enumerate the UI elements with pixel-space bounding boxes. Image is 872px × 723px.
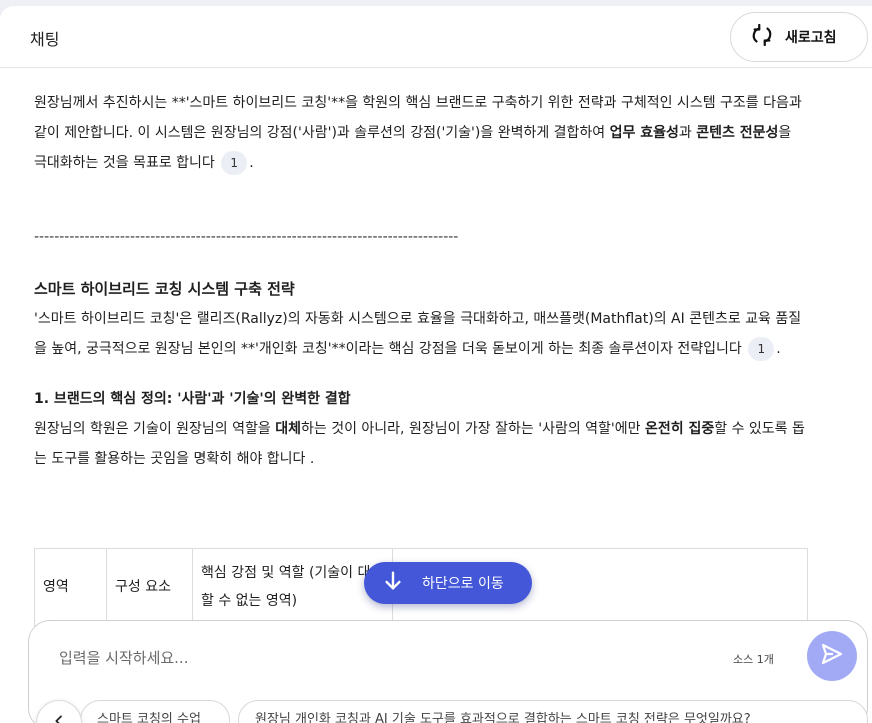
strategy-paragraph: '스마트 하이브리드 코칭'은 랠리즈(Rallyz)의 자동화 시스템으로 효… <box>34 304 808 364</box>
table-header-strengths: 핵심 강점 및 역할 (기술이 대체할 수 없는 영역) <box>192 548 393 626</box>
suggestion-row: 스마트 코칭의 수업 원장님 개인화 코칭과 AI 기술 도구를 효과적으로 결… <box>36 700 872 723</box>
brand-text-a: 원장님의 학원은 기술이 원장님의 역할을 <box>34 421 276 437</box>
refresh-label: 새로고침 <box>785 30 837 46</box>
scroll-to-bottom-button[interactable]: 하단으로 이동 <box>364 562 532 604</box>
suggestion-chip[interactable]: 원장님 개인화 코칭과 AI 기술 도구를 효과적으로 결합하는 스마트 코칭 … <box>238 700 868 723</box>
brand-bold-focus: 온전히 집중 <box>644 421 715 437</box>
intro-text-c: 과 <box>678 125 697 141</box>
brand-bold-replace: 대체 <box>275 421 301 437</box>
brand-text-c: 하는 것이 아니라, 원장님이 가장 잘하는 '사람의 역할'에만 <box>300 421 645 437</box>
chat-header: 채팅 새로고침 <box>0 6 872 68</box>
intro-paragraph: 원장님께서 추진하시는 **'스마트 하이브리드 코칭'**을 학원의 핵심 브… <box>34 88 808 178</box>
strategy-text: '스마트 하이브리드 코칭'은 랠리즈(Rallyz)의 자동화 시스템으로 효… <box>34 311 802 357</box>
section-title: 스마트 하이브리드 코칭 시스템 구축 전략 <box>34 280 295 298</box>
arrow-down-icon <box>382 570 404 596</box>
citation-chip[interactable]: 1 <box>748 337 775 361</box>
text-divider: ----------------------------------------… <box>34 229 459 245</box>
source-count: 소스 1개 <box>733 653 774 666</box>
suggestion-chip[interactable]: 스마트 코칭의 수업 <box>80 700 230 723</box>
intro-bold-efficiency: 업무 효율성 <box>609 125 679 141</box>
suggestion-prev-button[interactable] <box>36 700 82 723</box>
refresh-button[interactable]: 새로고침 <box>730 12 868 62</box>
send-icon <box>820 642 844 670</box>
chat-input[interactable]: 입력을 시작하세요... <box>59 647 188 668</box>
chat-response: 원장님께서 추진하시는 **'스마트 하이브리드 코칭'**을 학원의 핵심 브… <box>34 88 808 474</box>
citation-chip[interactable]: 1 <box>221 151 248 175</box>
send-button[interactable] <box>807 631 857 681</box>
table-header-area: 영역 <box>34 548 107 626</box>
brand-paragraph: 원장님의 학원은 기술이 원장님의 역할을 대체하는 것이 아니라, 원장님이 … <box>34 414 808 474</box>
chevron-left-icon <box>51 713 67 723</box>
scroll-to-bottom-label: 하단으로 이동 <box>422 576 504 592</box>
page-title: 채팅 <box>30 30 60 49</box>
refresh-icon <box>751 23 773 50</box>
intro-bold-expertise: 콘텐츠 전문성 <box>696 125 779 141</box>
table-header-components: 구성 요소 <box>106 548 193 626</box>
subsection-title: 1. 브랜드의 핵심 정의: '사람'과 '기술'의 완벽한 결합 <box>34 391 351 407</box>
